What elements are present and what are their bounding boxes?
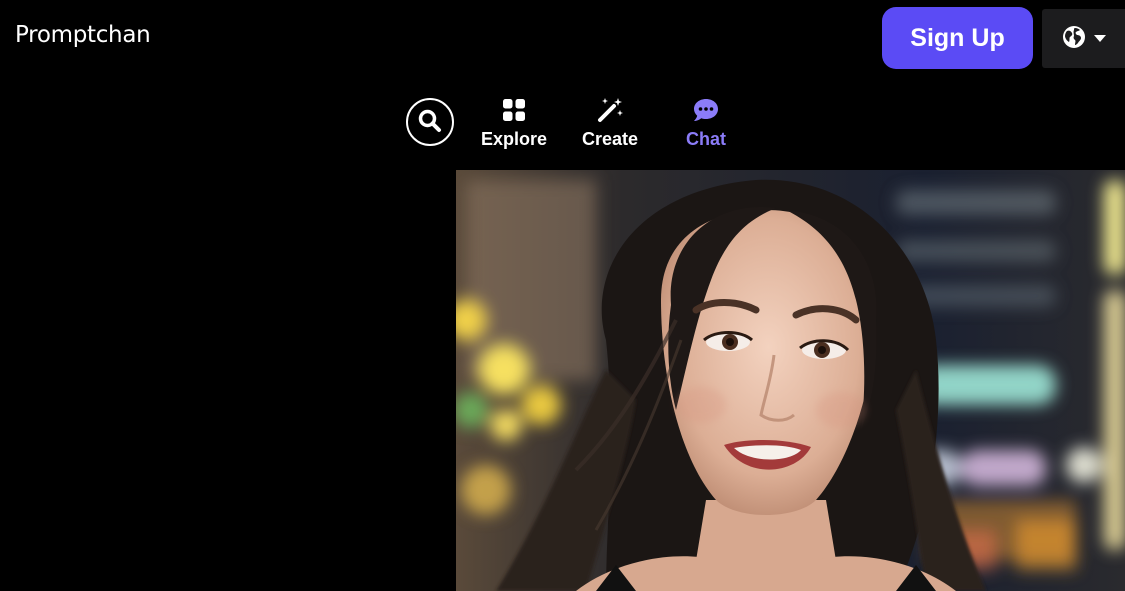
- nav-label-chat: Chat: [686, 129, 726, 149]
- nav-item-chat[interactable]: Chat: [661, 96, 751, 150]
- magic-wand-icon: [596, 96, 624, 124]
- app-root: Promptchan Sign Up Explore Create Chat: [0, 0, 1125, 591]
- portrait-photo: [456, 170, 1125, 591]
- search-button[interactable]: [406, 98, 454, 146]
- nav-item-explore[interactable]: Explore: [469, 96, 559, 150]
- main-nav: Explore Create Chat: [0, 96, 1125, 156]
- caret-down-icon: [1093, 31, 1106, 46]
- nav-label-create: Create: [581, 129, 639, 149]
- globe-icon: [1062, 25, 1086, 52]
- logo[interactable]: Promptchan: [15, 22, 151, 48]
- chat-bubble-icon: [692, 96, 720, 124]
- language-selector-button[interactable]: [1042, 9, 1125, 68]
- sign-up-button[interactable]: Sign Up: [882, 7, 1033, 69]
- grid-icon: [502, 96, 526, 124]
- nav-label-explore: Explore: [480, 129, 548, 149]
- featured-image[interactable]: [456, 170, 1125, 591]
- nav-item-create[interactable]: Create: [565, 96, 655, 150]
- search-icon: [417, 108, 443, 137]
